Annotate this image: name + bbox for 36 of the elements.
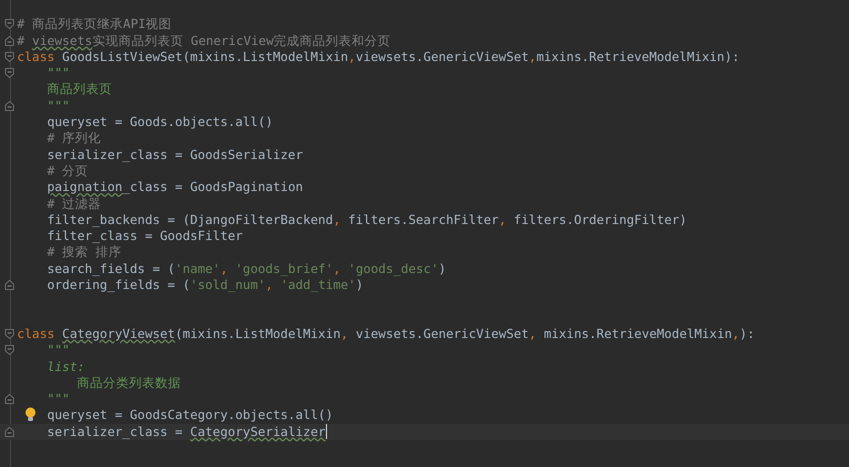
- fold-icon[interactable]: [5, 68, 14, 78]
- fold-icon[interactable]: [5, 345, 14, 356]
- code-line: 商品分类列表数据: [77, 374, 182, 392]
- fold-icon[interactable]: [5, 100, 14, 111]
- code-line: paignation_class = GoodsPagination: [47, 179, 303, 196]
- code-line: # 分页: [47, 162, 88, 180]
- code-line: # 过滤器: [47, 196, 102, 212]
- code-line: """: [47, 342, 70, 359]
- code-line: serializer_class = GoodsSerializer: [47, 146, 303, 163]
- fold-icon[interactable]: [5, 36, 14, 46]
- code-line: # 商品列表页继承API视图: [17, 16, 172, 33]
- code-line: class CategoryViewset(mixins.ListModelMixin, viewsets.GenericViewSet, mixins.RetrieveModelMixin,):: [17, 326, 755, 342]
- fold-icon[interactable]: [5, 280, 14, 290]
- code-line: list:: [47, 358, 85, 375]
- code-line: 商品列表页: [47, 81, 112, 98]
- code-line: queryset = Goods.objects.all(): [47, 114, 273, 130]
- code-line: serializer_class = CategorySerializer: [47, 424, 326, 440]
- code-line: # viewsets实现商品列表页 GenericView完成商品列表和分页: [17, 32, 391, 49]
- fold-icon[interactable]: [5, 394, 14, 404]
- fold-icon[interactable]: [5, 52, 14, 62]
- code-line: filter_class = GoodsFilter: [47, 228, 243, 244]
- code-line: # 序列化: [47, 130, 102, 147]
- code-line: """: [47, 65, 70, 82]
- text-cursor: [326, 424, 327, 439]
- code-line: filter_backends = (DjangoFilterBackend, filters.SearchFilter, filters.OrderingFilter): [47, 212, 687, 228]
- code-line: """: [47, 391, 70, 408]
- code-line: # 搜索 排序: [47, 244, 122, 261]
- code-line: ordering_fields = ('sold_num', 'add_time'): [47, 277, 364, 294]
- code-line: """: [47, 98, 70, 114]
- fold-icon[interactable]: [5, 328, 14, 339]
- code-line: queryset = GoodsCategory.objects.all(): [47, 407, 334, 424]
- fold-icon[interactable]: [5, 19, 14, 30]
- code-line: search_fields = ('name', 'goods_brief', 'goods_desc'): [47, 260, 446, 278]
- fold-icon[interactable]: [5, 426, 14, 437]
- code-line: class GoodsListViewSet(mixins.ListModelMixin,viewsets.GenericViewSet,mixins.RetrieveModelMixin):: [17, 48, 740, 66]
- lightbulb-icon[interactable]: [25, 407, 36, 422]
